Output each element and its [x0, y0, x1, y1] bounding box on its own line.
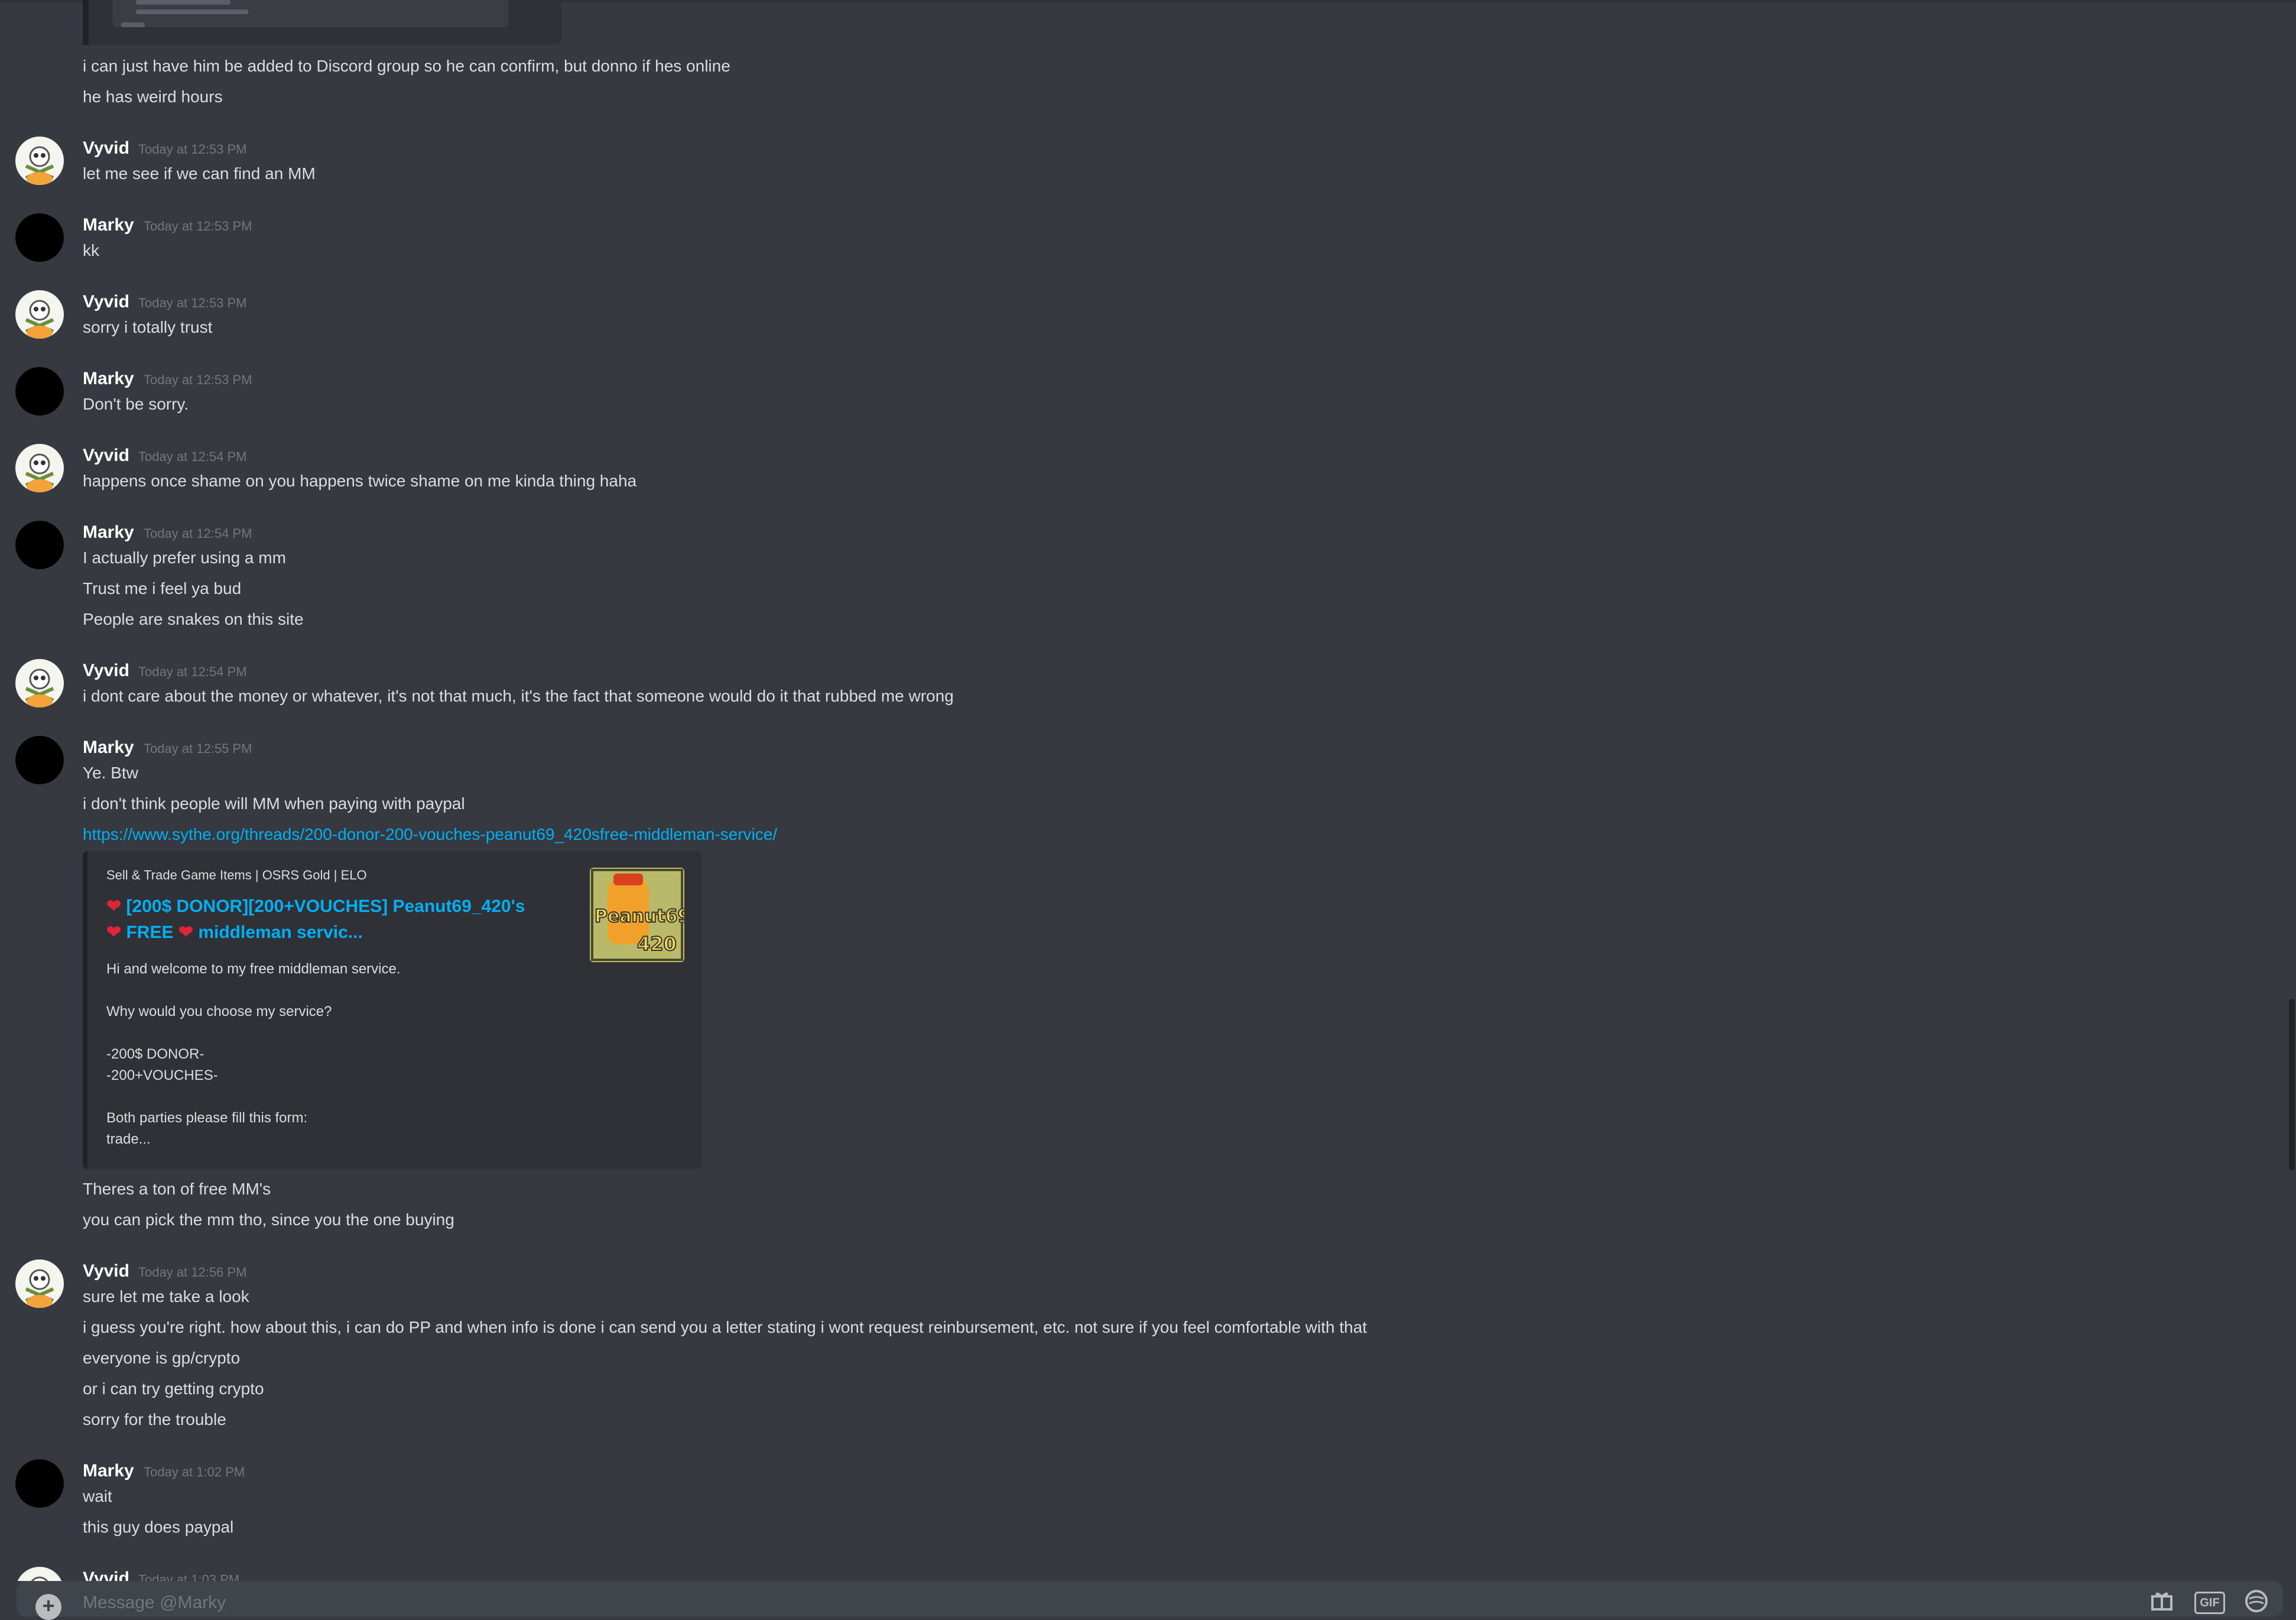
timestamp: Today at 12:55 PM [144, 741, 252, 756]
message-text: kk [83, 241, 99, 259]
timestamp: Today at 12:54 PM [144, 526, 252, 541]
message-text: you can pick the mm tho, since you the o… [83, 1210, 454, 1229]
gif-icon[interactable]: GIF [2194, 1592, 2225, 1614]
message-text: i dont care about the money or whatever,… [83, 687, 954, 705]
timestamp: Today at 12:53 PM [138, 296, 247, 310]
avatar-vyvid[interactable] [15, 137, 64, 185]
message-composer: + Message @Marky GIF [0, 1581, 2296, 1620]
avatar-vyvid[interactable] [15, 444, 64, 492]
message-text: let me see if we can find an MM [83, 164, 316, 183]
skull-avatar-icon [25, 300, 54, 339]
message-text: i guess you're right. how about this, i … [83, 1318, 1367, 1336]
timestamp: Today at 12:56 PM [138, 1265, 247, 1280]
scrollbar-thumb[interactable] [2289, 999, 2295, 1170]
author-name[interactable]: Marky [83, 736, 134, 759]
message-text: i don't think people will MM when paying… [83, 794, 465, 813]
avatar-marky[interactable] [15, 521, 64, 569]
message-text: sorry for the trouble [83, 1410, 226, 1429]
message-link[interactable]: https://www.sythe.org/threads/200-donor-… [83, 822, 777, 848]
sticker-icon[interactable] [2243, 1589, 2269, 1613]
timestamp: Today at 12:53 PM [138, 142, 247, 157]
avatar-vyvid[interactable] [15, 659, 64, 707]
embed-title-end[interactable]: middleman servic... [198, 923, 362, 942]
skull-avatar-icon [31, 1576, 48, 1581]
embed-title-text[interactable]: [200$ DONOR][200+VOUCHES] Peanut69_420's [126, 897, 525, 916]
author-name[interactable]: Marky [83, 521, 134, 544]
author-name[interactable]: Vyvid [83, 659, 129, 683]
message-text: or i can try getting crypto [83, 1379, 264, 1398]
skull-avatar-icon [25, 146, 54, 185]
avatar-vyvid[interactable] [15, 290, 64, 339]
embed-thumbnail[interactable]: Peanut69 420 [590, 868, 684, 962]
attachment-text-line [121, 22, 145, 27]
message-text: Trust me i feel ya bud [83, 579, 242, 598]
message-text: Don't be sorry. [83, 395, 189, 413]
timestamp: Today at 12:54 PM [138, 664, 247, 679]
avatar-marky[interactable] [15, 736, 64, 784]
message-text: everyone is gp/crypto [83, 1349, 241, 1367]
avatar-marky[interactable] [15, 1459, 64, 1508]
heart-icon: ❤ [106, 923, 122, 942]
author-name[interactable]: Vyvid [83, 1567, 129, 1581]
message-text: People are snakes on this site [83, 610, 304, 628]
embed-title[interactable]: ❤ [200$ DONOR][200+VOUCHES] Peanut69_420… [106, 894, 532, 946]
timestamp: Today at 12:54 PM [138, 449, 247, 464]
gift-icon[interactable] [2149, 1589, 2175, 1613]
timestamp: Today at 1:02 PM [144, 1465, 245, 1479]
message-list[interactable]: i can just have him be added to Discord … [0, 0, 2296, 1581]
avatar-vyvid[interactable] [15, 1567, 64, 1581]
message-text: I actually prefer using a mm [83, 548, 286, 567]
message-text: Ye. Btw [83, 764, 138, 782]
skull-avatar-icon [25, 668, 54, 707]
attachment-text-line [136, 0, 230, 5]
author-name[interactable]: Vyvid [83, 444, 129, 468]
embed-description: Hi and welcome to my free middleman serv… [106, 961, 401, 1147]
thumb-text-top: Peanut69 [595, 906, 684, 927]
previous-image-attachment[interactable] [83, 0, 561, 45]
author-name[interactable]: Marky [83, 367, 134, 391]
author-name[interactable]: Marky [83, 1459, 134, 1483]
skull-avatar-icon [25, 453, 54, 492]
composer-bar[interactable] [17, 1581, 2283, 1616]
heart-icon: ❤ [106, 897, 122, 916]
timestamp: Today at 1:03 PM [138, 1572, 240, 1581]
heart-icon: ❤ [178, 923, 193, 942]
message-text: sorry i totally trust [83, 318, 213, 336]
message-text: Theres a ton of free MM's [83, 1180, 271, 1198]
message-text: i can just have him be added to Discord … [83, 57, 730, 75]
message-text: he has weird hours [83, 87, 223, 106]
add-attachment-icon[interactable]: + [35, 1594, 61, 1620]
link-embed: Sell & Trade Game Items | OSRS Gold | EL… [83, 851, 702, 1169]
embed-title-free[interactable]: FREE [126, 923, 173, 942]
avatar-marky[interactable] [15, 367, 64, 415]
message-input[interactable]: Message @Marky [83, 1593, 226, 1613]
attachment-text-line [136, 9, 248, 14]
message-text: happens once shame on you happens twice … [83, 472, 637, 490]
embed-provider[interactable]: Sell & Trade Game Items | OSRS Gold | EL… [106, 868, 367, 883]
author-name[interactable]: Vyvid [83, 1259, 129, 1283]
avatar-vyvid[interactable] [15, 1259, 64, 1308]
peanut-thumbnail-icon: Peanut69 420 [590, 868, 684, 962]
message-text: this guy does paypal [83, 1518, 234, 1536]
author-name[interactable]: Marky [83, 213, 134, 237]
timestamp: Today at 12:53 PM [144, 219, 252, 233]
message-text: sure let me take a look [83, 1287, 249, 1306]
avatar-marky[interactable] [15, 213, 64, 262]
timestamp: Today at 12:53 PM [144, 372, 252, 387]
author-name[interactable]: Vyvid [83, 290, 129, 314]
author-name[interactable]: Vyvid [83, 137, 129, 160]
skull-avatar-icon [25, 1269, 54, 1308]
message-text: wait [83, 1487, 112, 1505]
thumb-text-bottom: 420 [637, 933, 677, 955]
